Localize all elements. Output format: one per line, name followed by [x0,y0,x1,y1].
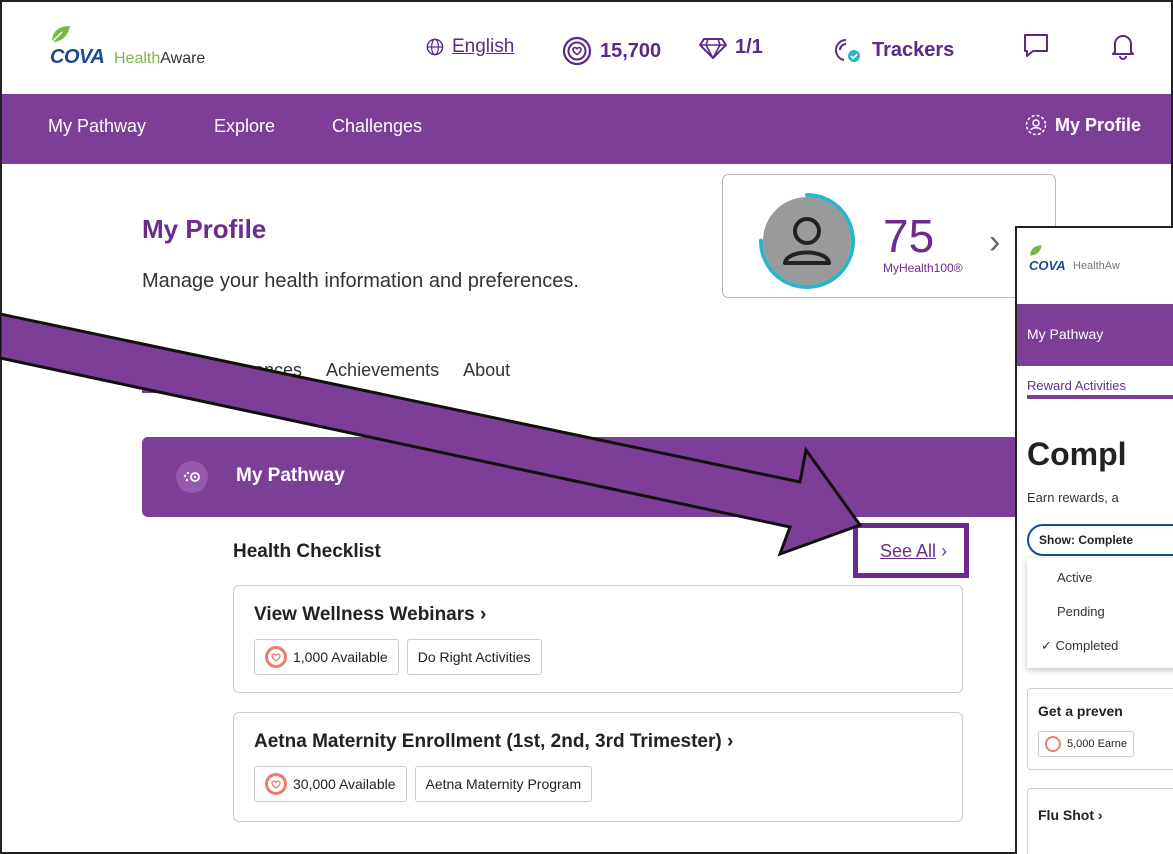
nav-profile-label: My Profile [1054,114,1141,135]
status-filter-dropdown[interactable]: Show: Complete [1027,524,1173,556]
nav-my-pathway[interactable]: My Pathway [48,116,146,137]
main-nav: My Pathway Explore Challenges My Profile [2,94,1171,164]
activity-title: Get a preven [1038,703,1123,719]
filter-option-active[interactable]: Active [1057,570,1092,585]
activity-title: Flu Shot › [1038,807,1103,823]
nav-challenges[interactable]: Challenges [332,116,422,137]
logo-brand: COVA [50,46,105,68]
diamond-icon [699,37,727,59]
chevron-right-icon: › [1097,807,1103,823]
my-pathway-banner[interactable]: My Pathway [142,437,1022,517]
cova-logo[interactable]: COVA HealthAware [48,24,248,70]
points-chip: 30,000 Available [254,766,407,802]
gems-counter[interactable]: 1/1 [699,36,763,59]
nav-my-profile[interactable]: My Profile [1025,114,1141,136]
chevron-right-icon: › [727,731,734,752]
activity-card[interactable]: Flu Shot › [1027,788,1173,854]
leaf-icon [51,26,70,43]
overlay-description: Earn rewards, a [1027,490,1119,505]
leaf-icon [1030,245,1042,256]
page-title: My Profile [142,214,267,244]
active-tab-indicator [142,389,224,393]
avatar [759,193,855,289]
points-chip: 1,000 Available [254,639,399,675]
gems-value: 1/1 [735,36,763,58]
points-coin-icon [265,773,287,795]
pathway-icon [176,461,208,493]
language-label: English [452,36,515,57]
health-checklist-title: Health Checklist [233,541,381,562]
bell-icon[interactable] [1110,32,1136,60]
trackers-link[interactable]: Trackers [832,36,954,64]
tab-my[interactable]: My [142,360,166,391]
language-selector[interactable]: English [426,36,514,58]
points-available: 30,000 Available [293,776,396,792]
top-header: COVA HealthAware English 15,700 1/1 Trac… [2,2,1171,94]
trackers-icon [834,39,860,62]
pathway-title: My Pathway [236,465,345,486]
page-subtitle: Manage your health information and prefe… [142,270,579,292]
activity-card[interactable]: Aetna Maternity Enrollment (1st, 2nd, 3r… [233,712,963,822]
activity-card[interactable]: View Wellness Webinars › 1,000 Available… [233,585,963,693]
main-screenshot: COVA HealthAware English 15,700 1/1 Trac… [0,0,1173,854]
reward-activities-screenshot: COVA HealthAw My Pathway Reward Activiti… [1015,226,1173,854]
points-available: 1,000 Available [293,649,388,665]
activity-card[interactable]: Get a preven 5,000 Earne [1027,688,1173,770]
tab-about[interactable]: About [463,360,510,391]
nav-my-pathway[interactable]: My Pathway [1027,326,1103,342]
status-filter-menu: Active Pending ✓ Completed [1027,558,1173,668]
overlay-page-title: Compl [1027,436,1127,472]
tab-preferences[interactable]: ences [254,360,302,391]
see-all-link[interactable]: See All › [880,541,947,562]
activity-title: Aetna Maternity Enrollment (1st, 2nd, 3r… [254,731,734,752]
profile-icon [1025,114,1047,136]
chevron-right-icon: › [480,604,487,625]
filter-option-completed[interactable]: ✓ Completed [1041,638,1118,654]
overlay-nav: My Pathway [1017,304,1173,366]
activity-title: View Wellness Webinars › [254,604,487,625]
nav-explore[interactable]: Explore [214,116,275,137]
health-score-value: 75 [883,210,935,262]
trackers-label: Trackers [872,38,955,61]
tab-reward-activities[interactable]: Reward Activities [1027,378,1126,393]
logo-subtitle: HealthAware [114,50,206,67]
profile-tabs: My ences Achievements About [142,360,510,391]
category-tag: Do Right Activities [406,639,542,675]
active-tab-indicator [1027,395,1173,399]
see-all-label: See All [880,541,937,561]
category-tag: Aetna Maternity Program [414,766,593,802]
points-coin-icon [265,646,287,668]
points-balance[interactable]: 15,700 [562,36,661,66]
tab-achievements[interactable]: Achievements [326,360,439,391]
points-coin-icon [1045,736,1061,752]
globe-icon [426,38,444,56]
chevron-right-icon: › [989,223,1001,261]
myhealth-score-card[interactable]: 75 MyHealth100® › [722,174,1056,298]
health-score-label: MyHealth100® [883,261,963,275]
points-value: 15,700 [600,39,662,62]
points-coin-icon [562,36,592,66]
chat-icon[interactable] [1022,32,1050,58]
chevron-right-icon: › [941,541,948,561]
points-chip: 5,000 Earne [1038,731,1134,757]
filter-option-pending[interactable]: Pending [1057,604,1105,619]
check-icon: ✓ [1041,638,1052,653]
